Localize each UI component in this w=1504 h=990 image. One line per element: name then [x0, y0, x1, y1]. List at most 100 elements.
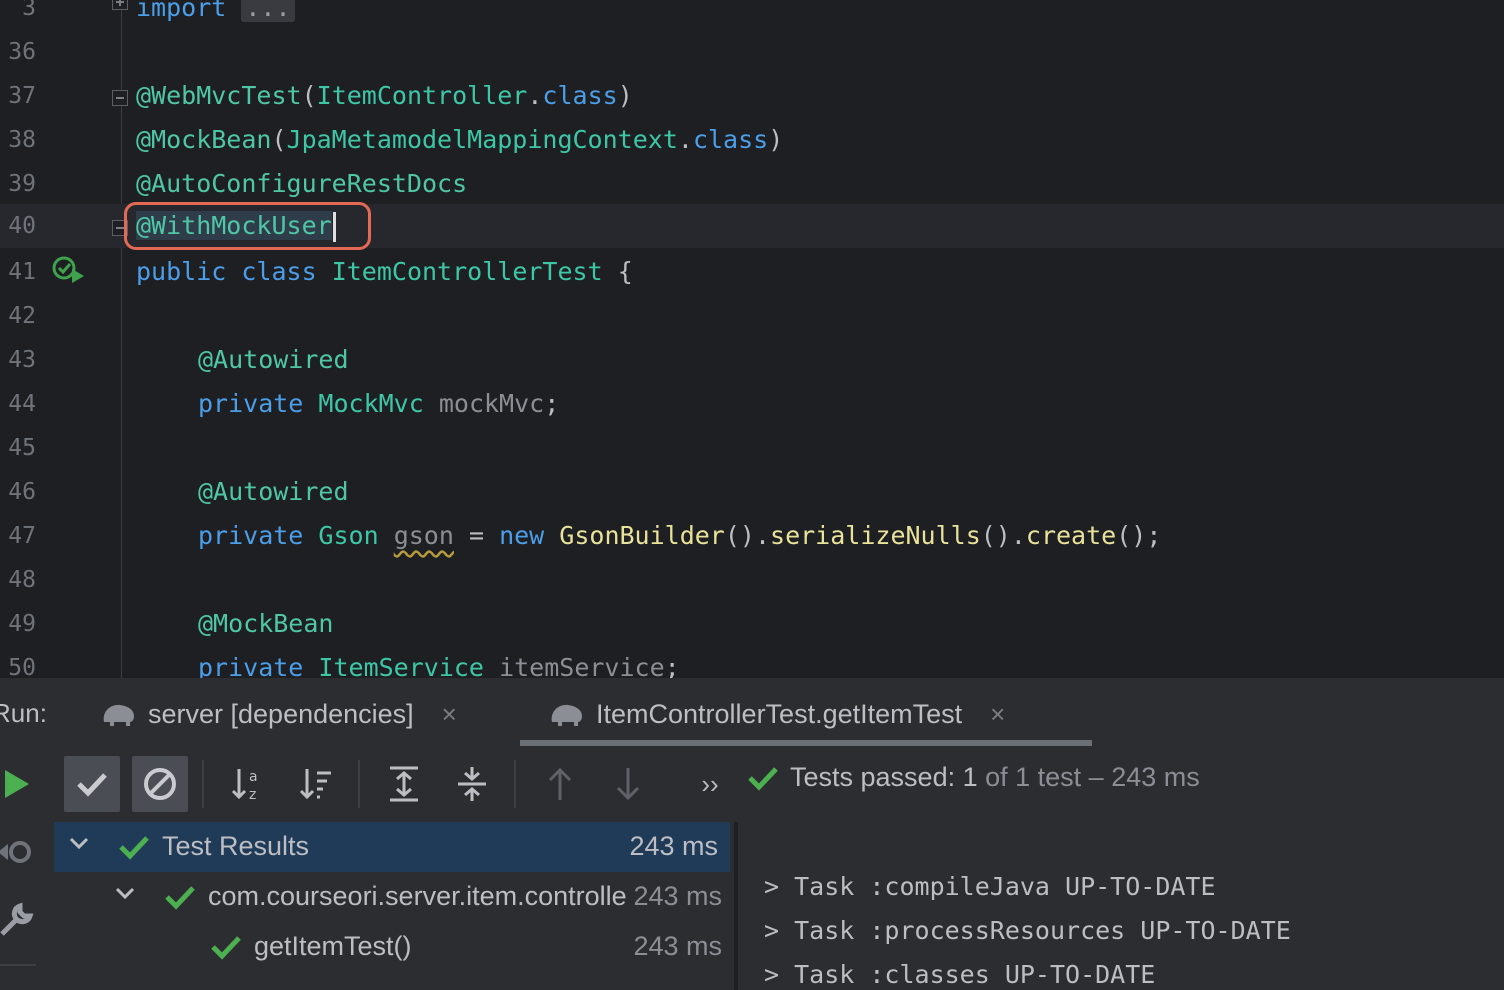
- line-number: 40: [8, 213, 36, 239]
- line-number: 3: [22, 0, 36, 21]
- collapse-all-icon: [458, 767, 486, 801]
- test-results-tree: Test Results 243 ms com.courseori.server…: [54, 822, 734, 990]
- code-line[interactable]: 50 private ItemService itemService;: [0, 653, 1504, 678]
- line-number: 49: [8, 611, 36, 637]
- code-text: @MockBean: [198, 609, 334, 638]
- wrench-icon[interactable]: [0, 900, 36, 940]
- status-total: of 1 test – 243 ms: [977, 762, 1200, 792]
- console-output[interactable]: > Task :compileJava UP-TO-DATE > Task :p…: [738, 822, 1504, 990]
- line-number: 42: [8, 303, 36, 329]
- checkmark-icon: [211, 936, 241, 960]
- tree-row-test-class[interactable]: com.courseori.server.item.controller.Ite…: [54, 872, 734, 922]
- line-number: 48: [8, 567, 36, 593]
- console-line: > Task :classes UP-TO-DATE: [764, 960, 1156, 989]
- sort-alpha-icon: a z: [231, 769, 258, 803]
- text-caret: [332, 212, 336, 242]
- chevron-down-icon[interactable]: [114, 882, 136, 910]
- run-side-strip: [0, 822, 55, 990]
- tree-row-label: getItemTest(): [254, 931, 412, 961]
- show-passed-button[interactable]: [64, 756, 120, 812]
- strip-divider: [0, 964, 36, 966]
- more-actions-button[interactable]: ››: [682, 756, 738, 812]
- toolbar-separator: [514, 760, 516, 808]
- tab-label: server [dependencies]: [148, 698, 414, 729]
- code-text: @WithMockUser: [136, 204, 336, 248]
- play-icon: [5, 770, 29, 798]
- code-text: @WebMvcTest(ItemController.class): [136, 81, 633, 110]
- code-line[interactable]: 41 public class ItemControllerTest {: [0, 257, 1504, 308]
- tree-row-time: 243 ms: [633, 881, 722, 911]
- line-number: 36: [8, 39, 36, 65]
- arrow-down-icon: [616, 768, 640, 801]
- next-failed-button[interactable]: [600, 756, 656, 812]
- console-line: > Task :compileJava UP-TO-DATE: [764, 872, 1216, 901]
- selected-annotation: @WithMockUser: [136, 211, 332, 240]
- expand-all-button[interactable]: [376, 756, 432, 812]
- rerun-button[interactable]: [0, 756, 44, 812]
- gradle-elephant-icon: [551, 704, 582, 726]
- toolbar-separator: [358, 760, 360, 808]
- tab-item-controller-test[interactable]: ItemControllerTest.getItemTest ×: [548, 694, 1005, 734]
- line-number: 38: [8, 127, 36, 153]
- sort-by-duration-button[interactable]: [288, 756, 344, 812]
- tree-row-test-results[interactable]: Test Results 243 ms: [54, 822, 730, 872]
- checkmark-icon: [119, 836, 149, 860]
- code-line[interactable]: 47 private Gson gson = new GsonBuilder()…: [0, 521, 1504, 572]
- code-line[interactable]: 3 import ...: [0, 0, 1504, 44]
- sort-duration-icon: [299, 769, 331, 800]
- checkmark-icon: [77, 773, 107, 797]
- camera-snapshot-icon[interactable]: [0, 832, 34, 872]
- sort-alphabetically-button[interactable]: a z: [220, 756, 276, 812]
- svg-text:a: a: [249, 769, 258, 785]
- code-text: @Autowired: [198, 345, 349, 374]
- close-icon[interactable]: ×: [442, 699, 457, 730]
- code-text: private MockMvc mockMvc;: [198, 389, 560, 418]
- code-text: @Autowired: [198, 477, 349, 506]
- status-prefix: Tests passed:: [790, 762, 963, 792]
- code-line[interactable]: 44 private MockMvc mockMvc;: [0, 389, 1504, 440]
- checkmark-icon: [748, 766, 778, 791]
- code-editor[interactable]: 3 import ... 36 37 @WebMvcTest(ItemContr…: [0, 0, 1504, 678]
- previous-failed-button[interactable]: [532, 756, 588, 812]
- line-number: 47: [8, 523, 36, 549]
- run-toolbar: a z ›› Tests passed: 1 of 1 test – 243 m…: [0, 746, 1504, 822]
- tree-row-time: 243 ms: [629, 831, 718, 861]
- line-number: 46: [8, 479, 36, 505]
- close-icon[interactable]: ×: [990, 699, 1005, 730]
- fold-expand-icon[interactable]: [112, 0, 128, 10]
- tree-row-test-method[interactable]: getItemTest() 243 ms: [54, 922, 734, 972]
- code-text: @AutoConfigureRestDocs: [136, 169, 468, 198]
- console-line: > Task :processResources UP-TO-DATE: [764, 916, 1291, 945]
- line-number: 37: [8, 83, 36, 109]
- line-number: 39: [8, 171, 36, 197]
- tab-label: ItemControllerTest.getItemTest: [596, 698, 963, 729]
- gradle-elephant-icon: [103, 704, 134, 726]
- tree-row-time: 243 ms: [633, 931, 722, 961]
- code-line-current[interactable]: 40 @WithMockUser: [0, 204, 1504, 248]
- line-number: 45: [8, 435, 36, 461]
- collapse-all-button[interactable]: [444, 756, 500, 812]
- checkmark-icon: [165, 886, 195, 910]
- code-text: public class ItemControllerTest {: [136, 257, 633, 286]
- line-number: 44: [8, 391, 36, 417]
- line-number: 43: [8, 347, 36, 373]
- code-text: @MockBean(JpaMetamodelMappingContext.cla…: [136, 125, 784, 154]
- tree-row-label: Test Results: [162, 831, 310, 861]
- show-ignored-button[interactable]: [132, 756, 188, 812]
- expand-all-icon: [390, 766, 418, 802]
- code-text: import ...: [136, 0, 295, 30]
- toolbar-separator: [202, 760, 204, 808]
- line-number: 50: [8, 655, 36, 678]
- chevron-down-icon[interactable]: [68, 832, 90, 860]
- fold-collapse-icon[interactable]: [112, 90, 128, 106]
- fold-collapse-icon[interactable]: [112, 220, 128, 236]
- run-test-gutter-icon[interactable]: [52, 255, 88, 287]
- arrow-up-icon: [548, 767, 572, 800]
- tree-row-label: com.courseori.server.item.controller.Ite…: [208, 881, 626, 911]
- code-text: private ItemService itemService;: [198, 653, 680, 678]
- no-entry-icon: [144, 768, 176, 800]
- tab-server-dependencies[interactable]: server [dependencies] ×: [100, 694, 457, 734]
- svg-text:z: z: [249, 787, 256, 803]
- code-text: private Gson gson = new GsonBuilder().se…: [198, 521, 1162, 550]
- test-status: Tests passed: 1 of 1 test – 243 ms: [746, 762, 1200, 793]
